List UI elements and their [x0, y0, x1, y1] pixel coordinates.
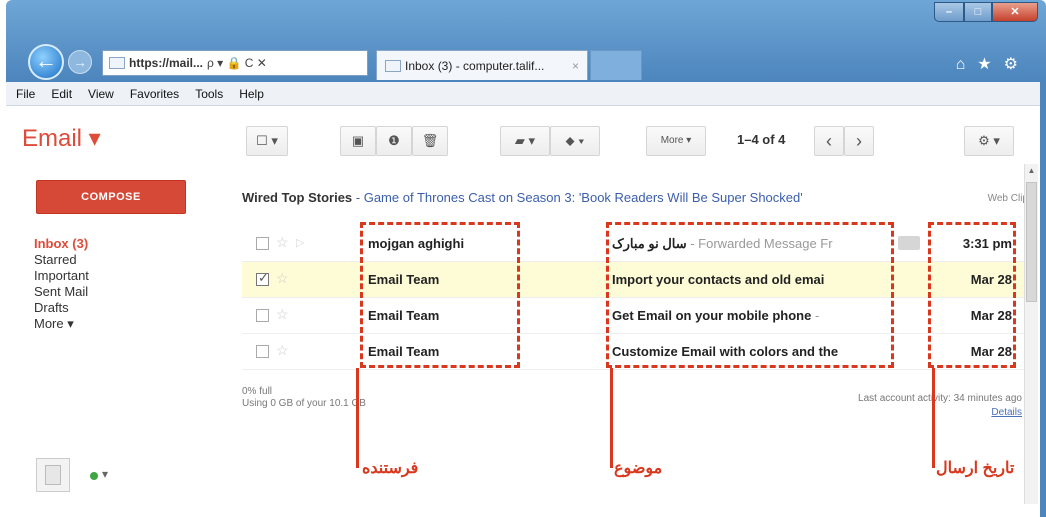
report-spam-button[interactable]: ❶: [376, 126, 412, 156]
scrollbar[interactable]: ▲: [1024, 164, 1038, 504]
menu-file[interactable]: File: [16, 87, 35, 101]
date-pointer-line: [932, 368, 935, 468]
row-checkbox[interactable]: [256, 345, 269, 358]
mail-favicon-icon: [385, 59, 401, 72]
settings-button[interactable]: ⚙ ▾: [964, 126, 1014, 156]
home-favorites-tools-icon[interactable]: ⌂★⚙: [956, 54, 1030, 74]
account-activity: Last account activity: 34 minutes ago De…: [786, 392, 1022, 420]
maximize-button[interactable]: □: [964, 2, 992, 22]
promo-tag: Web Clip: [987, 193, 1028, 204]
menu-view[interactable]: View: [88, 87, 114, 101]
sidebar-item-drafts[interactable]: Drafts: [34, 300, 89, 316]
sidebar-item-more[interactable]: More ▾: [34, 316, 89, 332]
subject-highlight-box: [606, 222, 894, 368]
sidebar-item-inbox[interactable]: Inbox (3): [34, 236, 89, 252]
next-page-button[interactable]: ›: [844, 126, 874, 156]
details-link[interactable]: Details: [786, 406, 1022, 420]
mail-toolbar: ☐ ▾ ▣ ❶ 🗑 ▰ ▾ ⬥ ▾ More ▾ 1–4 of 4 ‹ › ⚙ …: [6, 126, 1040, 156]
close-button[interactable]: ✕: [992, 2, 1038, 22]
label-tag-icon: [898, 236, 920, 250]
subject-annotation: موضوع: [614, 460, 663, 477]
labels-button[interactable]: ⬥ ▾: [550, 126, 600, 156]
browser-nav-row: ← → https://mail... ρ ▾ 🔒 C ✕ Inbox (3) …: [6, 42, 1040, 82]
storage-text: Using 0 GB of your 10.1 GB: [242, 398, 366, 409]
star-icon[interactable]: ☆: [276, 270, 289, 287]
archive-button[interactable]: ▣: [340, 126, 376, 156]
tab-inbox[interactable]: Inbox (3) - computer.talif... ×: [376, 50, 588, 80]
tab-close-icon[interactable]: ×: [572, 59, 579, 73]
promo-separator: -: [352, 190, 364, 205]
address-bar[interactable]: https://mail... ρ ▾ 🔒 C ✕: [102, 50, 368, 76]
subject-pointer-line: [610, 368, 613, 468]
menu-help[interactable]: Help: [239, 87, 264, 101]
person-icon: [45, 465, 61, 485]
back-button[interactable]: ←: [28, 44, 64, 80]
date-highlight-box: [928, 222, 1016, 368]
mail-content: Email ▾ ☐ ▾ ▣ ❶ 🗑 ▰ ▾ ⬥ ▾ More ▾ 1–4 of …: [6, 106, 1040, 517]
chat-avatar[interactable]: [36, 458, 70, 492]
promo-title[interactable]: Game of Thrones Cast on Season 3: 'Book …: [364, 190, 803, 205]
row-checkbox[interactable]: [256, 270, 269, 286]
sender-annotation: فرستنده: [362, 460, 419, 477]
prev-page-button[interactable]: ‹: [814, 126, 844, 156]
row-checkbox[interactable]: [256, 309, 269, 322]
new-tab-button[interactable]: [590, 50, 642, 80]
menu-edit[interactable]: Edit: [51, 87, 72, 101]
online-status-icon: [90, 472, 98, 480]
star-icon[interactable]: ☆: [276, 234, 289, 251]
sidebar-item-sent-mail[interactable]: Sent Mail: [34, 284, 89, 300]
promo-source: Wired Top Stories: [242, 190, 353, 205]
sidebar-nav: Inbox (3) Starred Important Sent Mail Dr…: [34, 236, 89, 332]
window-controls: – □ ✕: [934, 2, 1038, 22]
menu-tools[interactable]: Tools: [195, 87, 223, 101]
minimize-button[interactable]: –: [934, 2, 964, 22]
star-icon[interactable]: ☆: [276, 306, 289, 323]
status-dropdown-icon[interactable]: ▾: [102, 467, 108, 481]
address-controls[interactable]: ρ ▾ 🔒 C ✕: [207, 56, 267, 70]
pager-count: 1–4 of 4: [737, 132, 786, 147]
move-to-button[interactable]: ▰ ▾: [500, 126, 550, 156]
important-marker-icon[interactable]: ▷: [296, 236, 304, 249]
web-clip-promo[interactable]: Wired Top Stories - Game of Thrones Cast…: [242, 190, 1028, 212]
scroll-thumb[interactable]: [1026, 182, 1037, 302]
row-checkbox[interactable]: [256, 237, 269, 250]
page-favicon-icon: [109, 57, 125, 69]
more-button[interactable]: More ▾: [646, 126, 706, 156]
last-activity-text: Last account activity: 34 minutes ago: [858, 393, 1022, 404]
sender-pointer-line: [356, 368, 359, 468]
storage-percent: 0% full: [242, 386, 273, 397]
forward-button[interactable]: →: [68, 50, 92, 74]
sidebar-item-important[interactable]: Important: [34, 268, 89, 284]
menu-favorites[interactable]: Favorites: [130, 87, 179, 101]
address-url: https://mail...: [129, 56, 204, 70]
select-dropdown-button[interactable]: ☐ ▾: [246, 126, 288, 156]
menu-bar: File Edit View Favorites Tools Help: [6, 82, 1040, 106]
star-icon[interactable]: ☆: [276, 342, 289, 359]
sidebar-item-starred[interactable]: Starred: [34, 252, 89, 268]
delete-button[interactable]: 🗑: [412, 126, 448, 156]
sender-highlight-box: [360, 222, 520, 368]
tab-title: Inbox (3) - computer.talif...: [405, 58, 545, 73]
scroll-up-icon[interactable]: ▲: [1025, 164, 1038, 178]
date-annotation: تاریخ ارسال: [936, 460, 1015, 477]
storage-usage: 0% full Using 0 GB of your 10.1 GB: [242, 386, 366, 410]
compose-button[interactable]: COMPOSE: [36, 180, 186, 214]
